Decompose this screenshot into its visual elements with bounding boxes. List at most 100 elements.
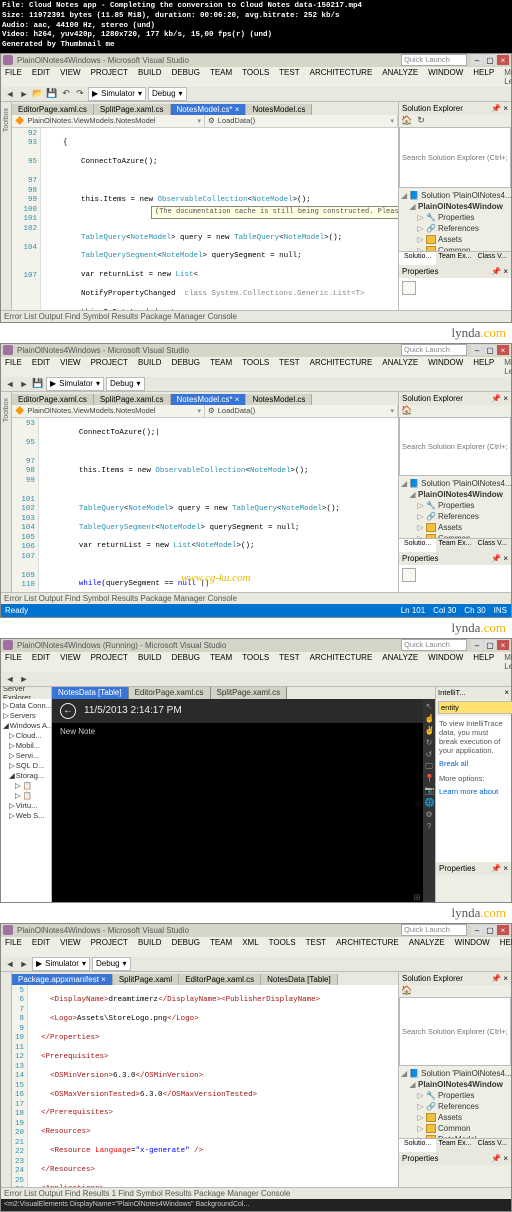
rotate-cw-icon[interactable]: ↻ <box>425 738 434 747</box>
editor-tab[interactable]: NotesModel.cs <box>246 104 312 115</box>
nav-back-button[interactable]: ◄ <box>4 88 16 100</box>
minimize-button[interactable]: – <box>471 925 483 935</box>
panel-tab-solution[interactable]: Solutio... <box>399 252 436 265</box>
tree-node[interactable]: ▷ Virtu... <box>3 801 49 811</box>
close-tab-icon[interactable]: × <box>235 105 240 114</box>
menu-analyze[interactable]: ANALYZE <box>382 68 418 86</box>
panel-tab-team[interactable]: Team Ex... <box>436 539 473 552</box>
editor-tab[interactable]: SplitPage.xaml <box>113 974 179 985</box>
menu-tools[interactable]: TOOLS <box>242 68 269 86</box>
tree-node[interactable]: ▷ Web S... <box>3 811 49 821</box>
tree-node[interactable]: ▷ Assets <box>401 1112 509 1123</box>
bottom-tool-tabs[interactable]: Error List Output Find Results 1 Find Sy… <box>1 1187 511 1199</box>
nav-fwd-button[interactable]: ► <box>18 378 30 390</box>
pin-icon[interactable]: 📌 × <box>491 267 508 276</box>
editor-tab[interactable]: EditorPage.xaml.cs <box>12 104 94 115</box>
toolbox-tab[interactable]: Toolbox <box>3 395 10 425</box>
maximize-button[interactable]: ▢ <box>484 345 496 355</box>
config-dropdown[interactable]: Debug ▾ <box>106 377 145 391</box>
toolbox-tab[interactable]: Toolbox <box>3 105 10 135</box>
signed-in-user[interactable]: Michael Lehman <box>504 68 512 86</box>
nav-back-button[interactable]: ◄ <box>4 958 16 970</box>
signed-in-user[interactable]: Michael Lehman <box>504 358 512 376</box>
menu-team[interactable]: TEAM <box>210 358 232 376</box>
menu-tools[interactable]: TOOLS <box>242 653 269 671</box>
editor-tab[interactable]: NotesData [Table] <box>261 974 338 985</box>
tree-node-project[interactable]: ◢PlainOlNotes4Window <box>401 1079 509 1090</box>
pin-icon[interactable]: 📌 × <box>491 104 508 113</box>
menu-project[interactable]: PROJECT <box>91 653 128 671</box>
tree-node[interactable]: ▷🔗 References <box>401 1101 509 1112</box>
titlebar[interactable]: PlainOlNotes4Windows - Microsoft Visual … <box>1 54 511 67</box>
editor-tab[interactable]: NotesModel.cs <box>246 394 312 405</box>
titlebar[interactable]: PlainOlNotes4Windows - Microsoft Visual … <box>1 344 511 357</box>
home-icon[interactable]: 🏠 <box>401 405 413 417</box>
maximize-button[interactable]: ▢ <box>484 55 496 65</box>
editor-tab[interactable]: SplitPage.xaml.cs <box>211 687 288 699</box>
menu-debug[interactable]: DEBUG <box>172 358 200 376</box>
panel-tab-team[interactable]: Team Ex... <box>436 252 473 265</box>
editor-tab-active[interactable]: Package.appxmanifest × <box>12 974 113 985</box>
undo-button[interactable]: ↶ <box>60 88 72 100</box>
menu-debug[interactable]: DEBUG <box>172 938 200 956</box>
minimize-button[interactable]: – <box>471 55 483 65</box>
menu-window[interactable]: WINDOW <box>428 653 463 671</box>
config-dropdown[interactable]: Debug ▾ <box>148 87 187 101</box>
tree-node[interactable]: ▷🔧 Properties <box>401 1090 509 1101</box>
editor-tab[interactable]: SplitPage.xaml.cs <box>94 104 171 115</box>
screenshot-icon[interactable]: 📷 <box>425 786 434 795</box>
nav-fwd-button[interactable]: ► <box>18 958 30 970</box>
maximize-button[interactable]: ▢ <box>484 640 496 650</box>
menu-analyze[interactable]: ANALYZE <box>382 358 418 376</box>
solution-search-input[interactable] <box>399 127 511 188</box>
pin-icon[interactable]: 📌 × <box>491 974 508 983</box>
property-item-icon[interactable] <box>402 568 416 582</box>
method-nav-dropdown[interactable]: ⚙ LoadData()▾ <box>205 405 398 417</box>
note-body-input[interactable]: New Note <box>52 723 423 902</box>
tree-node-project[interactable]: ◢PlainOlNotes4Window <box>401 489 509 500</box>
close-button[interactable]: × <box>497 345 509 355</box>
menu-file[interactable]: FILE <box>5 68 22 86</box>
menu-tools[interactable]: TOOLS <box>242 358 269 376</box>
bottom-tool-tabs[interactable]: Error List Output Find Symbol Results Pa… <box>1 310 511 322</box>
menu-analyze[interactable]: ANALYZE <box>409 938 445 956</box>
location-icon[interactable]: 📍 <box>425 774 434 783</box>
menu-view[interactable]: VIEW <box>60 358 80 376</box>
panel-tab-class[interactable]: Class V... <box>474 252 511 265</box>
bottom-tool-tabs[interactable]: Error List Output Find Symbol Results Pa… <box>1 592 511 604</box>
pin-icon[interactable]: 📌 × <box>491 554 508 563</box>
signed-in-user[interactable]: Michael Lehman <box>504 653 512 671</box>
tree-node[interactable]: ▷ Assets <box>401 234 509 245</box>
redo-button[interactable]: ↷ <box>74 88 86 100</box>
close-button[interactable]: × <box>497 55 509 65</box>
editor-tab-active[interactable]: NotesModel.cs* × <box>171 104 247 115</box>
solution-search-input[interactable] <box>399 997 511 1067</box>
titlebar[interactable]: PlainOlNotes4Windows (Running) - Microso… <box>1 639 511 652</box>
touch-icon[interactable]: ☝ <box>425 714 434 723</box>
settings-icon[interactable]: ⚙ <box>425 810 434 819</box>
menu-view[interactable]: VIEW <box>60 68 80 86</box>
learn-more-link[interactable]: Learn more about <box>439 787 508 796</box>
tree-node[interactable]: ◢ Windows A... <box>3 721 49 731</box>
menu-edit[interactable]: EDIT <box>32 653 50 671</box>
menu-architecture[interactable]: ARCHITECTURE <box>310 68 373 86</box>
titlebar[interactable]: PlainOlNotes4Windows - Microsoft Visual … <box>1 924 511 937</box>
menu-build[interactable]: BUILD <box>138 358 162 376</box>
menu-architecture[interactable]: ARCHITECTURE <box>336 938 399 956</box>
tree-node[interactable]: ▷🔧 Properties <box>401 500 509 511</box>
editor-tab[interactable]: SplitPage.xaml.cs <box>94 394 171 405</box>
method-nav-dropdown[interactable]: ⚙ LoadData()▾ <box>205 115 398 127</box>
save-button[interactable]: 💾 <box>32 378 44 390</box>
quick-launch-input[interactable]: Quick Launch <box>401 924 467 936</box>
solution-search-input[interactable] <box>399 417 511 477</box>
tree-node[interactable]: ▷ Cloud... <box>3 731 49 741</box>
close-button[interactable]: × <box>497 925 509 935</box>
rotate-ccw-icon[interactable]: ↺ <box>425 750 434 759</box>
run-button[interactable]: ▶ Simulator ▾ <box>32 957 90 971</box>
pinch-icon[interactable]: ✌ <box>425 726 434 735</box>
tree-node[interactable]: ▷🔗 References <box>401 223 509 234</box>
config-dropdown[interactable]: Debug ▾ <box>92 957 131 971</box>
panel-tab-class[interactable]: Class V... <box>474 539 511 552</box>
menu-xml[interactable]: XML <box>242 938 258 956</box>
run-button[interactable]: ▶ Simulator ▾ <box>46 377 104 391</box>
